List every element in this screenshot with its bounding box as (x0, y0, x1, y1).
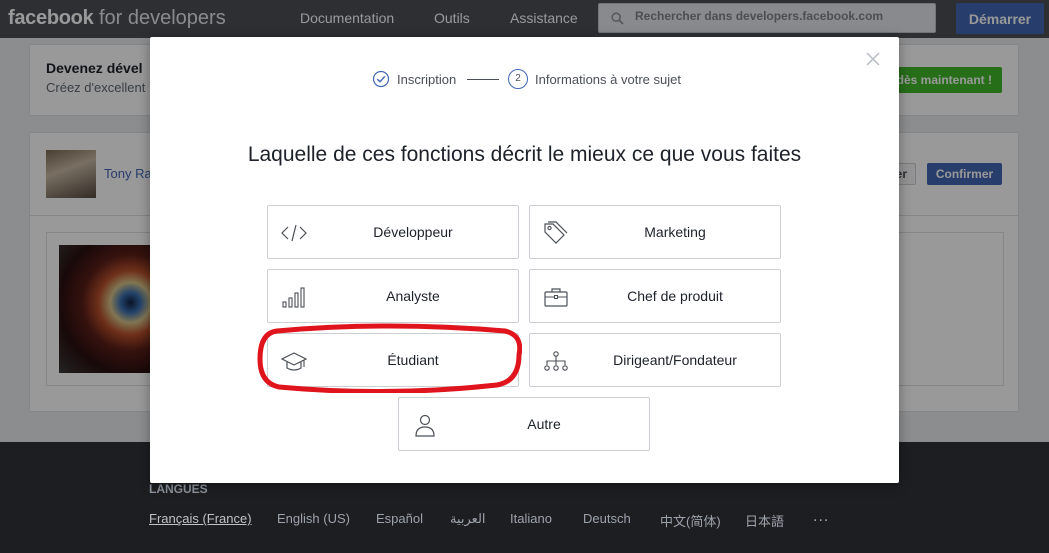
option-label: Chef de produit (627, 288, 723, 304)
step-inscription: Inscription (397, 72, 457, 87)
option-chef-de-produit[interactable]: Chef de produit (529, 269, 781, 323)
language-zh[interactable]: 中文(简体) (660, 511, 721, 530)
briefcase-icon (544, 288, 568, 307)
red-highlight-annotation (257, 323, 522, 393)
org-chart-icon (544, 351, 568, 371)
option-dirigeant-fondateur[interactable]: Dirigeant/Fondateur (529, 333, 781, 387)
option-autre[interactable]: Autre (398, 397, 650, 451)
person-icon (415, 414, 435, 437)
more-languages-button[interactable]: ... (813, 508, 829, 526)
option-label: Autre (527, 416, 561, 432)
close-icon[interactable] (865, 51, 881, 67)
language-ja[interactable]: 日本語 (745, 511, 784, 530)
option-label: Dirigeant/Fondateur (613, 352, 737, 368)
dialog-question: Laquelle de ces fonctions décrit le mieu… (247, 143, 802, 166)
option-developpeur[interactable]: Développeur (267, 205, 519, 259)
language-it[interactable]: Italiano (510, 511, 552, 526)
code-icon (281, 224, 307, 242)
language-de[interactable]: Deutsch (583, 511, 631, 526)
step2-number-badge: 2 (508, 69, 528, 89)
step-connector (467, 79, 499, 80)
bar-chart-icon (282, 287, 305, 308)
language-es[interactable]: Español (376, 511, 423, 526)
step-informations: Informations à votre sujet (535, 72, 681, 87)
languages-title: LANGUES (149, 482, 208, 496)
check-circle-icon (372, 70, 390, 88)
language-ar[interactable]: العربية (450, 511, 486, 527)
language-fr[interactable]: Français (France) (149, 511, 252, 526)
option-label: Analyste (386, 288, 440, 304)
language-en[interactable]: English (US) (277, 511, 350, 526)
role-selection-dialog: Inscription 2 Informations à votre sujet… (150, 37, 899, 483)
option-marketing[interactable]: Marketing (529, 205, 781, 259)
option-analyste[interactable]: Analyste (267, 269, 519, 323)
option-label: Développeur (373, 224, 453, 240)
option-label: Marketing (644, 224, 706, 240)
tags-icon (544, 221, 568, 244)
